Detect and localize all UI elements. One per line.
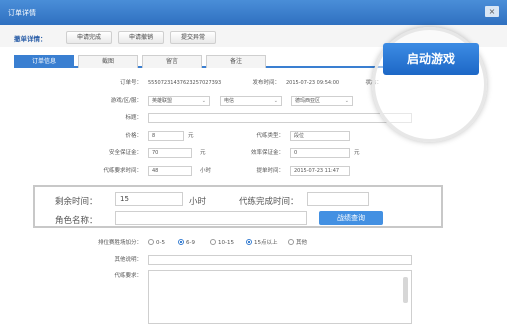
- other-desc-input[interactable]: [148, 255, 412, 265]
- role-name-label: 角色名称：: [55, 216, 98, 226]
- publish-time-value: 2015-07-23 09:54:00: [286, 80, 340, 86]
- bonus-option[interactable]: 10-15: [210, 238, 234, 248]
- bonus-option[interactable]: 0-5: [148, 238, 165, 248]
- deposit-unit: 元: [200, 150, 206, 156]
- remaining-time-label: 剩余时间：: [55, 197, 98, 207]
- bonus-options: 0-5 6-9 10-15 15点以上 其他: [148, 238, 428, 248]
- price-input[interactable]: 8: [148, 131, 184, 141]
- window-title: 订单详情: [8, 9, 36, 17]
- request-complete-button[interactable]: 申请完成: [66, 31, 113, 44]
- tab-bar: 订单信息 截图 留言 备注: [14, 55, 414, 68]
- price-unit: 元: [188, 133, 194, 139]
- required-time-unit: 小时: [200, 168, 212, 174]
- remaining-time-unit: 小时: [189, 197, 207, 207]
- tab-remark[interactable]: 备注: [206, 55, 266, 68]
- tab-order-info[interactable]: 订单信息: [14, 55, 74, 68]
- radio-checked-icon: [178, 239, 184, 245]
- order-detail-window: 撤单详情： 申请完成 申请撤销 提交异常 启动游戏 订单信息 截图 留言 备注 …: [0, 25, 507, 324]
- window-titlebar: 订单详情 ×: [0, 0, 507, 25]
- bonus-option[interactable]: 其他: [288, 238, 307, 248]
- query-record-button[interactable]: 战绩查询: [319, 211, 383, 225]
- submit-time-value[interactable]: 2015-07-23 11:47: [290, 166, 350, 176]
- submit-time-label: 提单时间：: [256, 168, 284, 174]
- tab-screenshot[interactable]: 截图: [78, 55, 138, 68]
- requirement-label: 代练要求：: [114, 273, 142, 279]
- chevron-down-icon: ⌄: [201, 98, 206, 104]
- bonus-option-label: 10-15: [218, 240, 234, 246]
- chevron-down-icon: ⌄: [273, 98, 278, 104]
- request-cancel-button[interactable]: 申请撤销: [118, 31, 165, 44]
- requirement-textarea[interactable]: [148, 270, 412, 324]
- type-label: 代练类型：: [256, 133, 284, 139]
- efficiency-deposit-label: 效率保证金：: [250, 150, 284, 156]
- bonus-label: 排位赛胜场加分：: [97, 240, 142, 246]
- order-no-value: 55507231437623257027393: [148, 80, 222, 86]
- bonus-option[interactable]: 6-9: [178, 238, 195, 248]
- toolbar-label: 撤单详情：: [14, 35, 47, 43]
- server-select[interactable]: 德玛西亚区 ⌄: [291, 96, 353, 106]
- close-icon[interactable]: ×: [485, 6, 499, 17]
- area-select[interactable]: 电信 ⌄: [220, 96, 282, 106]
- efficiency-deposit-unit: 元: [354, 150, 360, 156]
- type-value[interactable]: 段位: [290, 131, 350, 141]
- order-no-label: 订单号：: [119, 80, 142, 86]
- required-time-label: 代练要求时间：: [103, 168, 142, 174]
- game-select[interactable]: 英雄联盟 ⌄: [148, 96, 210, 106]
- title-label: 标题：: [125, 115, 142, 121]
- bonus-option-label: 15点以上: [254, 240, 278, 246]
- tab-message[interactable]: 留言: [142, 55, 202, 68]
- submit-exception-button[interactable]: 提交异常: [170, 31, 217, 44]
- bonus-option-label: 0-5: [156, 240, 165, 246]
- radio-icon: [210, 239, 216, 245]
- publish-time-label: 发布时间：: [252, 80, 280, 86]
- other-desc-label: 其他说明：: [114, 257, 142, 263]
- bonus-option[interactable]: 15点以上: [246, 238, 278, 248]
- bonus-option-label: 其他: [296, 240, 308, 246]
- bonus-option-label: 6-9: [186, 240, 195, 246]
- price-label: 价格：: [125, 133, 142, 139]
- efficiency-deposit-input[interactable]: 0: [290, 148, 350, 158]
- scrollbar[interactable]: [403, 277, 408, 303]
- remaining-time-input[interactable]: 15: [115, 192, 183, 206]
- role-name-input[interactable]: [115, 211, 307, 225]
- radio-checked-icon: [246, 239, 252, 245]
- required-time-input[interactable]: 48: [148, 166, 192, 176]
- deposit-label: 安全保证金：: [108, 150, 142, 156]
- game-server-label: 游戏/区/服：: [110, 98, 142, 104]
- title-input[interactable]: [148, 113, 412, 123]
- highlighted-info-box: 剩余时间： 15 小时 代练完成时间： 角色名称： 战绩查询: [33, 185, 443, 228]
- game-select-value: 英雄联盟: [152, 98, 173, 104]
- finish-time-input[interactable]: [307, 192, 369, 206]
- chevron-down-icon: ⌄: [344, 98, 349, 104]
- finish-time-label: 代练完成时间：: [239, 197, 299, 207]
- area-select-value: 电信: [224, 98, 235, 104]
- deposit-input[interactable]: 70: [148, 148, 192, 158]
- radio-icon: [288, 239, 294, 245]
- radio-icon: [148, 239, 154, 245]
- launch-game-button[interactable]: 启动游戏: [383, 43, 479, 75]
- server-select-value: 德玛西亚区: [295, 98, 321, 104]
